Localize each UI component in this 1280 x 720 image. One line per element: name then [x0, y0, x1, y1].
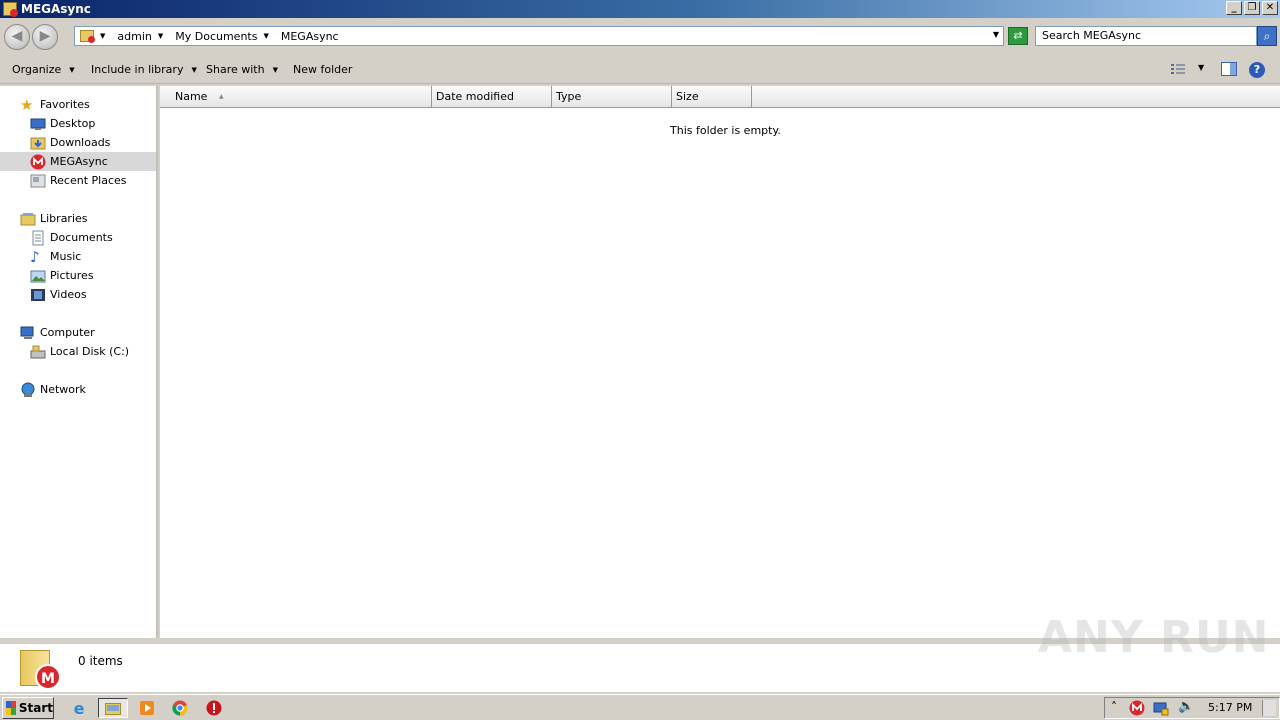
libraries-icon	[20, 212, 36, 225]
command-toolbar: Organize ▼ Include in library ▼ Share with…	[0, 56, 1280, 84]
tray-volume-icon[interactable]: 🔈	[1178, 699, 1194, 714]
taskbar-antivirus[interactable]	[199, 698, 229, 718]
explorer-folder-icon	[105, 703, 121, 715]
watermark: ANY RUN	[1038, 612, 1270, 663]
share-with-button[interactable]: Share with ▼	[206, 63, 278, 76]
downloads-folder-icon	[30, 137, 46, 149]
refresh-icon: ⇄	[1013, 29, 1023, 42]
back-arrow-icon: ◀	[11, 28, 23, 44]
windows-logo-icon	[6, 701, 16, 715]
column-header-filler	[752, 86, 1280, 108]
window-titlebar[interactable]: MEGAsync _ ❐ ✕	[0, 0, 1280, 18]
search-icon: ⌕	[1263, 29, 1271, 43]
tray-network-icon[interactable]	[1153, 700, 1169, 716]
column-header-size[interactable]: Size	[672, 86, 752, 108]
mega-logo-icon	[30, 154, 46, 169]
address-bar[interactable]: ▼ admin ▼ My Documents ▼ MEGAsync ▼	[74, 26, 1004, 46]
chevron-down-icon: ▼	[191, 65, 197, 74]
breadcrumb-megasync[interactable]: MEGAsync	[281, 30, 339, 43]
column-header-name[interactable]: Name ▲	[160, 86, 432, 108]
show-desktop-button[interactable]	[1262, 700, 1276, 716]
navigation-pane[interactable]: ★ Favorites Desktop Downloads MEGAsync R…	[0, 86, 158, 638]
chevron-down-icon: ▼	[1198, 63, 1205, 72]
chevron-down-icon: ▼	[69, 65, 75, 74]
mega-logo-icon: M	[35, 664, 61, 690]
chevron-down-icon: ▼	[263, 32, 269, 40]
restore-button[interactable]: ❐	[1244, 1, 1260, 15]
megasync-folder-icon	[80, 30, 95, 43]
breadcrumb-my-documents[interactable]: My Documents ▼	[175, 30, 275, 43]
breadcrumb-admin[interactable]: admin ▼	[117, 30, 169, 43]
empty-folder-message: This folder is empty.	[670, 124, 781, 137]
nav-libraries[interactable]: Libraries	[20, 209, 176, 228]
tray-mega-icon[interactable]	[1129, 700, 1145, 716]
view-list-icon	[1171, 64, 1185, 74]
back-button[interactable]: ◀	[4, 24, 30, 50]
column-header-type[interactable]: Type	[552, 86, 672, 108]
help-icon: ?	[1249, 62, 1265, 78]
column-header-date-modified[interactable]: Date modified	[432, 86, 552, 108]
address-history-dropdown-icon[interactable]: ▼	[993, 30, 999, 39]
search-button[interactable]: ⌕	[1257, 26, 1277, 46]
chevron-down-icon: ▼	[272, 65, 278, 74]
breadcrumb-root-arrow[interactable]: ▼	[100, 32, 111, 40]
warning-circle-icon	[206, 700, 222, 716]
megasync-folder-icon	[3, 2, 18, 17]
nav-computer[interactable]: Computer	[20, 323, 176, 342]
address-row: ◀ ▶ ▼ admin ▼ My Documents ▼ MEGAsync ▼ …	[0, 18, 1280, 54]
file-list[interactable]: Name ▲ Date modified Type Size This fold…	[160, 86, 1280, 638]
taskbar-explorer[interactable]	[98, 698, 128, 718]
chrome-icon	[172, 700, 188, 716]
media-player-icon	[140, 701, 154, 715]
documents-icon	[32, 230, 44, 245]
view-options-dropdown[interactable]: ▼	[1198, 63, 1204, 72]
taskbar-internet-explorer[interactable]: e	[64, 698, 94, 718]
window-title: MEGAsync	[21, 2, 91, 16]
star-icon: ★	[20, 95, 34, 114]
organize-button[interactable]: Organize ▼	[12, 63, 75, 76]
forward-arrow-icon: ▶	[39, 28, 51, 44]
network-icon	[21, 382, 35, 397]
item-count: 0 items	[78, 654, 123, 668]
taskbar-media-player[interactable]	[132, 698, 162, 718]
internet-explorer-icon: e	[73, 698, 85, 718]
change-view-button[interactable]	[1170, 62, 1186, 79]
minimize-button[interactable]: _	[1226, 1, 1242, 15]
include-in-library-button[interactable]: Include in library ▼	[91, 63, 197, 76]
taskbar: Start e ˄ 🔈 5:17 PM	[0, 694, 1280, 720]
desktop-icon	[30, 118, 46, 130]
start-button[interactable]: Start	[2, 697, 54, 719]
music-icon: ♪	[30, 247, 40, 266]
taskbar-chrome[interactable]	[165, 698, 195, 718]
hard-drive-icon	[30, 345, 46, 358]
search-input[interactable]: Search MEGAsync	[1035, 26, 1257, 46]
nav-item-megasync[interactable]: MEGAsync	[0, 152, 156, 171]
refresh-button[interactable]: ⇄	[1008, 27, 1028, 45]
close-button[interactable]: ✕	[1262, 1, 1278, 15]
nav-network[interactable]: Network	[20, 380, 176, 399]
forward-button[interactable]: ▶	[32, 24, 58, 50]
recent-places-icon	[30, 174, 46, 187]
computer-icon	[20, 326, 34, 339]
help-button[interactable]: ?	[1249, 62, 1265, 78]
chevron-down-icon: ▼	[157, 32, 164, 40]
sort-ascending-icon: ▲	[218, 93, 224, 100]
nav-favorites[interactable]: ★ Favorites	[20, 95, 176, 114]
preview-pane-icon	[1221, 62, 1237, 76]
pictures-icon	[30, 270, 46, 282]
tray-expand-icon[interactable]: ˄	[1111, 700, 1117, 714]
preview-pane-button[interactable]	[1221, 62, 1237, 79]
videos-icon	[31, 288, 45, 301]
new-folder-button[interactable]: New folder	[293, 63, 352, 76]
taskbar-clock[interactable]: 5:17 PM	[1208, 701, 1252, 714]
window-controls: _ ❐ ✕	[1226, 1, 1278, 15]
chevron-down-icon: ▼	[100, 32, 106, 40]
